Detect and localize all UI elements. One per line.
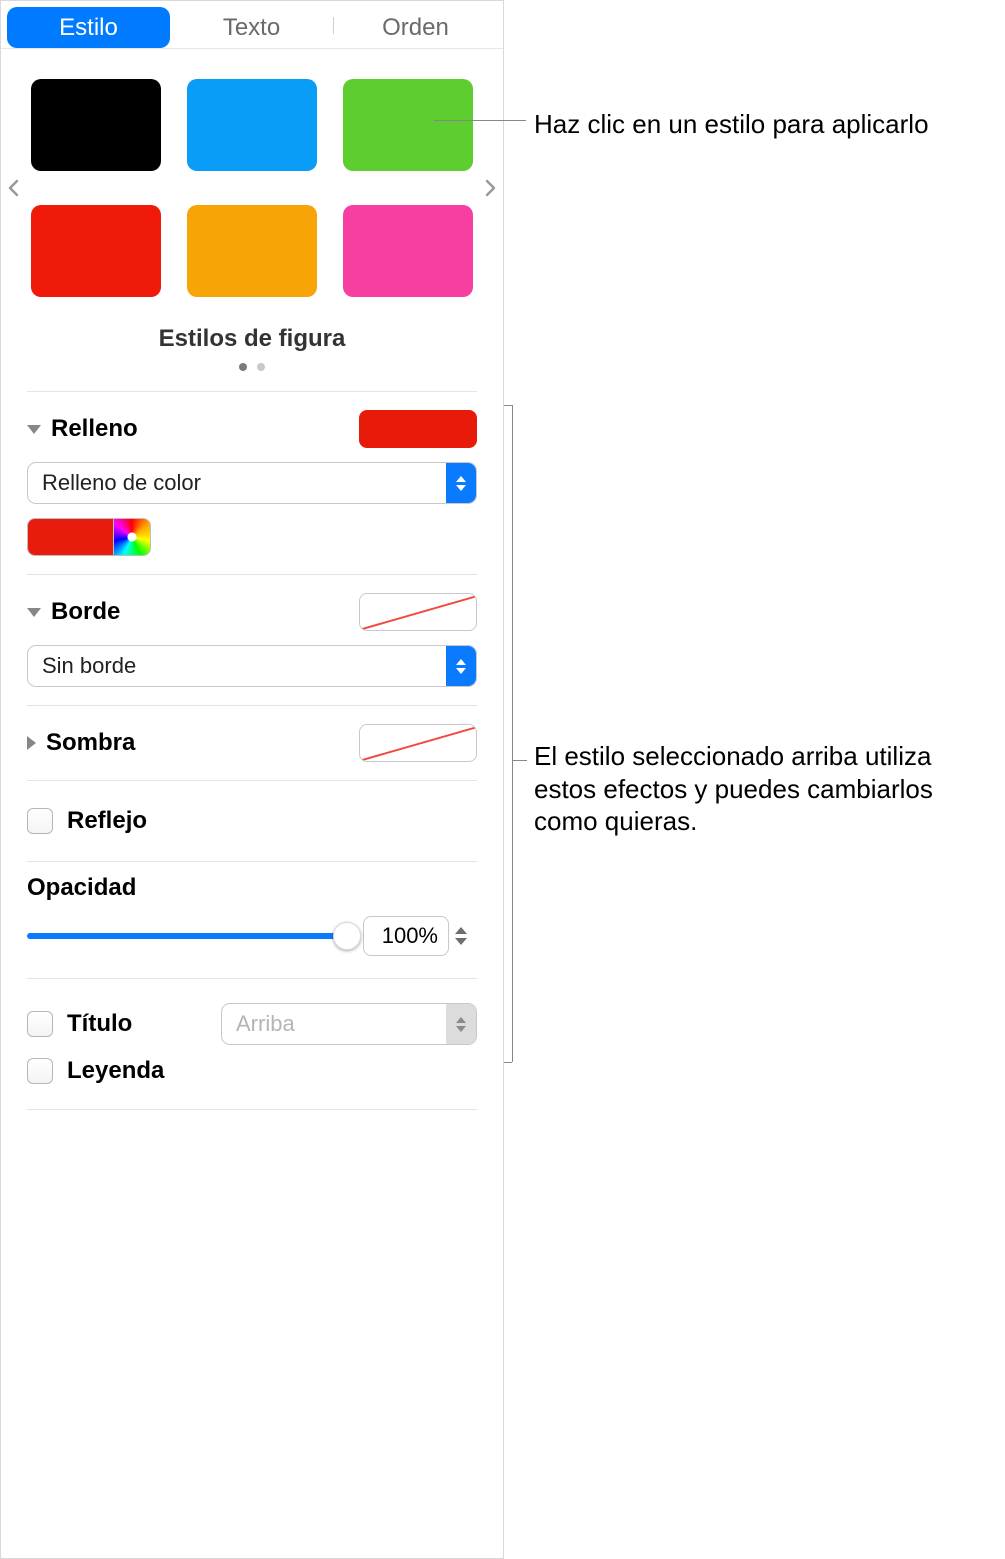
presets-next-arrow[interactable] (483, 174, 497, 202)
title-legend-section: Título Arriba Leyenda (1, 979, 503, 1109)
border-preview-swatch[interactable] (359, 593, 477, 631)
callout-leader-line (434, 120, 526, 121)
tab-style-label: Estilo (59, 14, 118, 42)
chevron-left-icon (7, 179, 21, 197)
chevron-down-icon (27, 425, 41, 434)
bracket-tick-top (504, 405, 512, 406)
chevron-right-icon (483, 179, 497, 197)
bracket-tick-bottom (504, 1062, 512, 1063)
legend-label: Leyenda (67, 1057, 207, 1085)
tab-arrange-label: Orden (382, 14, 449, 42)
shape-styles-section: Estilos de figura (1, 49, 503, 391)
page-dots (9, 363, 495, 371)
fill-preview-swatch[interactable] (359, 410, 477, 448)
popup-stepper-icon (446, 1004, 476, 1044)
tab-arrange[interactable]: Orden (334, 7, 497, 48)
fill-label: Relleno (51, 415, 138, 443)
popup-stepper-icon (446, 646, 476, 686)
border-disclosure[interactable]: Borde (27, 598, 120, 626)
inspector-tabs: Estilo Texto Orden (1, 1, 503, 49)
border-type-popup[interactable]: Sin borde (27, 645, 477, 687)
page-dot-1[interactable] (239, 363, 247, 371)
chevron-right-icon (27, 736, 36, 750)
effects-bracket (512, 405, 513, 1062)
annotations-column: Haz clic en un estilo para aplicarlo El … (504, 0, 1005, 1559)
tab-text-label: Texto (223, 14, 280, 42)
shadow-disclosure[interactable]: Sombra (27, 729, 135, 757)
bracket-leader-line (513, 760, 527, 761)
fill-section: Relleno Relleno de color (1, 392, 503, 574)
slider-fill (27, 933, 347, 939)
preset-swatch-1[interactable] (31, 79, 161, 171)
opacity-section: Opacidad (1, 862, 503, 978)
slider-thumb[interactable] (333, 922, 361, 950)
caret-down-icon (455, 938, 467, 945)
title-position-value: Arriba (222, 1011, 446, 1037)
reflection-section: Reflejo (1, 781, 503, 861)
callout-effects-text: El estilo seleccionado arriba utiliza es… (534, 741, 933, 836)
opacity-label: Opacidad (27, 874, 477, 902)
chevron-down-icon (27, 608, 41, 617)
preset-swatch-2[interactable] (187, 79, 317, 171)
opacity-stepper (363, 916, 477, 956)
callout-apply-style-text: Haz clic en un estilo para aplicarlo (534, 109, 929, 139)
caret-up-icon (455, 927, 467, 934)
title-position-popup[interactable]: Arriba (221, 1003, 477, 1045)
border-label: Borde (51, 598, 120, 626)
preset-swatch-3[interactable] (343, 79, 473, 171)
shadow-preview-swatch[interactable] (359, 724, 477, 762)
preset-swatch-6[interactable] (343, 205, 473, 297)
preset-swatch-5[interactable] (187, 205, 317, 297)
reflection-label: Reflejo (67, 807, 147, 835)
tab-style[interactable]: Estilo (7, 7, 170, 48)
format-inspector-panel: Estilo Texto Orden (0, 0, 504, 1559)
title-label: Título (67, 1010, 207, 1038)
shadow-section: Sombra (1, 706, 503, 780)
shape-styles-title: Estilos de figura (9, 325, 495, 353)
callout-effects: El estilo seleccionado arriba utiliza es… (534, 740, 994, 838)
fill-type-popup[interactable]: Relleno de color (27, 462, 477, 504)
fill-disclosure[interactable]: Relleno (27, 415, 138, 443)
opacity-slider[interactable] (27, 922, 347, 950)
title-checkbox[interactable] (27, 1011, 53, 1037)
page-dot-2[interactable] (257, 363, 265, 371)
fill-color-row (27, 518, 477, 556)
fill-color-well[interactable] (27, 518, 113, 556)
color-picker-button[interactable] (113, 518, 151, 556)
popup-stepper-icon (446, 463, 476, 503)
preset-swatch-grid (31, 79, 473, 297)
callout-apply-style: Haz clic en un estilo para aplicarlo (534, 108, 994, 141)
separator (27, 1109, 477, 1110)
legend-checkbox[interactable] (27, 1058, 53, 1084)
fill-type-value: Relleno de color (28, 470, 446, 496)
tab-text[interactable]: Texto (170, 7, 333, 48)
preset-swatch-4[interactable] (31, 205, 161, 297)
reflection-checkbox[interactable] (27, 808, 53, 834)
presets-prev-arrow[interactable] (7, 174, 21, 202)
opacity-value-field[interactable] (363, 916, 449, 956)
border-section: Borde Sin borde (1, 575, 503, 705)
border-type-value: Sin borde (28, 653, 446, 679)
shadow-label: Sombra (46, 729, 135, 757)
stepper-arrows[interactable] (455, 916, 477, 956)
